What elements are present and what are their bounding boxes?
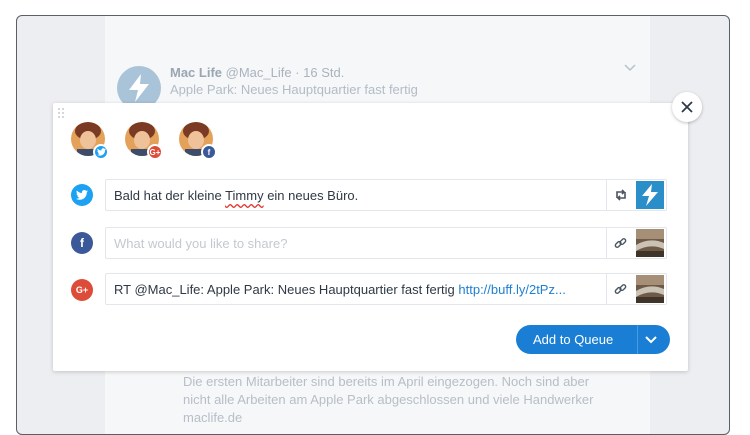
twitter-post-field[interactable]: Bald hat der kleine Timmy ein neues Büro… xyxy=(105,179,667,211)
link-button[interactable] xyxy=(606,228,634,258)
close-button[interactable] xyxy=(672,92,702,122)
twitter-post-text: Bald hat der kleine Timmy ein neues Büro… xyxy=(114,188,359,203)
profile-facebook[interactable]: f xyxy=(179,122,217,160)
facebook-f-icon: f xyxy=(201,144,217,160)
retweet-button[interactable] xyxy=(606,180,634,210)
google-plus-post-text: RT @Mac_Life: Apple Park: Neues Hauptqua… xyxy=(114,282,566,297)
facebook-f-icon: f xyxy=(71,232,93,254)
background-paragraph-line-1: Die ersten Mitarbeiter sind bereits im A… xyxy=(183,374,590,389)
background-paragraph-source: maclife.de xyxy=(183,410,243,425)
background-tweet-time: 16 Std. xyxy=(303,65,345,80)
attached-image-thumbnail[interactable] xyxy=(636,275,664,303)
background-chevron-down-icon xyxy=(624,64,636,72)
background-paragraph-line-2: nicht alle Arbeiten am Apple Park abgesc… xyxy=(183,392,594,407)
composer-modal: G+ f Bald hat der kleine Timmy ein neues… xyxy=(53,103,688,371)
facebook-post-placeholder: What would you like to share? xyxy=(114,236,288,251)
google-plus-icon: G+ xyxy=(71,279,93,301)
profile-google-plus[interactable]: G+ xyxy=(125,122,163,160)
attached-image-thumbnail[interactable] xyxy=(636,181,664,209)
facebook-post-field[interactable]: What would you like to share? xyxy=(105,227,667,259)
google-plus-icon: G+ xyxy=(147,144,163,160)
background-tweet-text: Apple Park: Neues Hauptquartier fast fer… xyxy=(170,82,418,97)
misspelled-word: Timmy xyxy=(225,188,264,203)
profile-twitter[interactable] xyxy=(71,122,109,160)
link-button[interactable] xyxy=(606,274,634,304)
mac-life-logo-icon xyxy=(129,74,149,102)
close-icon xyxy=(681,101,693,113)
retweet-icon xyxy=(615,189,626,201)
shortened-link[interactable]: http://buff.ly/2tPz... xyxy=(458,282,565,297)
add-to-queue-button[interactable]: Add to Queue xyxy=(516,325,670,354)
background-tweet-handle: @Mac_Life xyxy=(225,65,292,80)
google-plus-post-field[interactable]: RT @Mac_Life: Apple Park: Neues Hauptqua… xyxy=(105,273,667,305)
background-tweet-separator: · xyxy=(295,65,304,80)
drag-handle[interactable] xyxy=(58,108,64,118)
twitter-bird-icon xyxy=(71,184,93,206)
link-icon xyxy=(614,283,627,294)
button-divider xyxy=(637,325,638,354)
twitter-bird-icon xyxy=(93,144,109,160)
background-tweet-header: Mac Life @Mac_Life · 16 Std. xyxy=(170,65,344,80)
attached-image-thumbnail[interactable] xyxy=(636,229,664,257)
background-tweet-name: Mac Life xyxy=(170,65,223,80)
add-to-queue-label: Add to Queue xyxy=(533,332,614,347)
chevron-down-icon[interactable] xyxy=(644,333,658,347)
link-icon xyxy=(614,237,627,248)
